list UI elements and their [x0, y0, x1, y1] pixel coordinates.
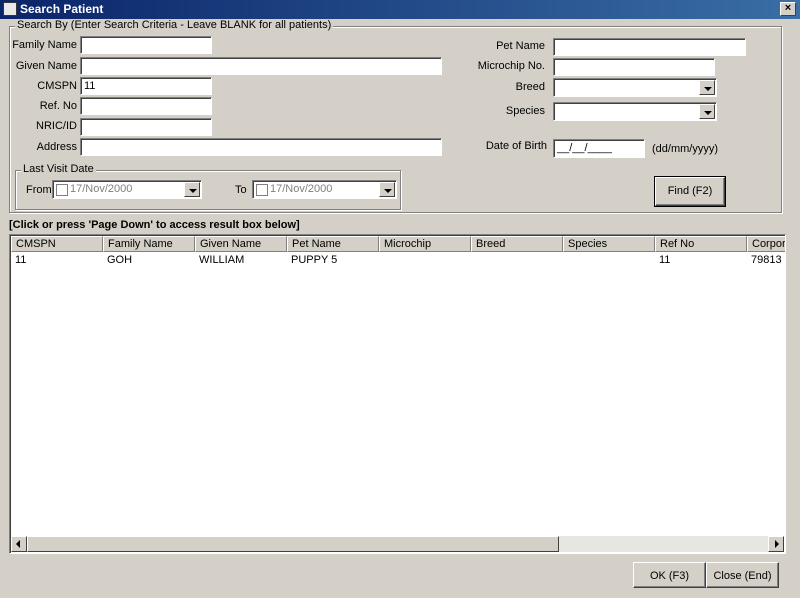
cmspn-label: CMSPN — [37, 80, 77, 92]
column-header-microchip[interactable]: Microchip — [379, 236, 471, 252]
address-label: Address — [36, 141, 77, 153]
column-header-species[interactable]: Species — [563, 236, 655, 252]
pet-name-input[interactable] — [553, 38, 746, 56]
from-date-checkbox[interactable] — [56, 184, 68, 196]
column-header-ref-no[interactable]: Ref No — [655, 236, 747, 252]
dob-format-hint: (dd/mm/yyyy) — [652, 143, 718, 155]
cell-ref-no: 11 — [659, 254, 671, 266]
cell-microchip — [379, 253, 471, 268]
column-header-given-name[interactable]: Given Name — [195, 236, 287, 252]
app-icon — [3, 2, 17, 16]
breed-select[interactable] — [553, 78, 717, 97]
scroll-right-icon[interactable] — [768, 536, 784, 552]
last-visit-legend: Last Visit Date — [21, 163, 96, 175]
cell-cmspn: 11 — [15, 254, 27, 266]
column-header-pet-name[interactable]: Pet Name — [287, 236, 379, 252]
microchip-input[interactable] — [553, 58, 715, 76]
close-window-button[interactable]: × — [780, 2, 796, 16]
close-icon: × — [784, 2, 792, 14]
nric-input[interactable] — [80, 118, 212, 136]
breed-label: Breed — [515, 81, 545, 93]
cell-breed — [471, 253, 563, 268]
dob-input[interactable]: __/__/____ — [553, 139, 645, 158]
species-dropdown-arrow-icon[interactable] — [699, 104, 715, 119]
cell-corporate: 79813 — [751, 254, 782, 266]
species-select[interactable] — [553, 102, 717, 121]
cell-given-name: WILLIAM — [199, 254, 245, 266]
cell-pet-name: PUPPY 5 — [291, 254, 338, 266]
column-header-family-name[interactable]: Family Name — [103, 236, 195, 252]
breed-dropdown-arrow-icon[interactable] — [699, 80, 715, 95]
to-date-dropdown-arrow-icon[interactable] — [379, 182, 395, 197]
address-input[interactable] — [80, 138, 442, 156]
find-button[interactable]: Find (F2) — [654, 176, 726, 207]
horizontal-scrollbar[interactable] — [11, 536, 784, 552]
to-date-checkbox[interactable] — [256, 184, 268, 196]
family-name-input[interactable] — [80, 36, 212, 54]
family-name-label: Family Name — [12, 39, 77, 51]
search-criteria-legend: Search By (Enter Search Criteria - Leave… — [15, 19, 334, 31]
column-header-breed[interactable]: Breed — [471, 236, 563, 252]
from-date-value: 17/Nov/2000 — [70, 183, 133, 195]
window-title: Search Patient — [20, 2, 104, 16]
microchip-label: Microchip No. — [477, 60, 545, 72]
title-bar: Search Patient × — [0, 0, 800, 19]
given-name-input[interactable] — [80, 57, 442, 75]
to-date-value: 17/Nov/2000 — [270, 183, 333, 195]
cell-species — [563, 253, 655, 268]
close-button[interactable]: Close (End) — [706, 562, 779, 588]
given-name-label: Given Name — [15, 60, 77, 72]
scroll-left-icon[interactable] — [11, 536, 27, 552]
species-label: Species — [505, 105, 545, 117]
column-header-corporate[interactable]: Corpora — [747, 236, 785, 252]
to-label: To — [235, 184, 247, 196]
scrollbar-thumb[interactable] — [27, 536, 559, 552]
pet-name-label: Pet Name — [496, 40, 545, 52]
dob-label: Date of Birth — [485, 140, 547, 152]
from-label: From — [26, 184, 52, 196]
results-grid[interactable]: CMSPN Family Name Given Name Pet Name Mi… — [9, 234, 786, 554]
from-date-dropdown-arrow-icon[interactable] — [184, 182, 200, 197]
from-date-picker[interactable]: 17/Nov/2000 — [52, 180, 202, 199]
ref-no-input[interactable] — [80, 97, 212, 115]
results-hint: [Click or press 'Page Down' to access re… — [9, 219, 300, 231]
ref-no-label: Ref. No — [39, 100, 77, 112]
cell-family-name: GOH — [107, 254, 133, 266]
ok-button[interactable]: OK (F3) — [633, 562, 706, 588]
cmspn-input[interactable]: 11 — [80, 77, 212, 95]
to-date-picker[interactable]: 17/Nov/2000 — [252, 180, 397, 199]
nric-label: NRIC/ID — [36, 120, 77, 132]
column-header-cmspn[interactable]: CMSPN — [11, 236, 103, 252]
